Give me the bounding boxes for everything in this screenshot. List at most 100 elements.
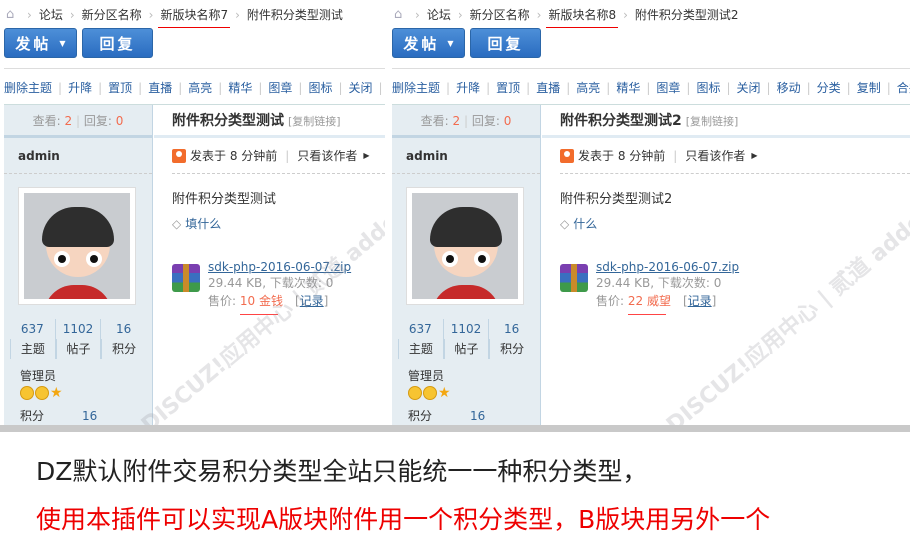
post-meta: 发表于 8 分钟前 | 只看该作者 ▶ [560, 138, 910, 174]
breadcrumb-item[interactable]: 论坛 [427, 6, 451, 23]
only-author-link[interactable]: 只看该作者 [297, 138, 357, 174]
tag-label: 填什么 [185, 217, 222, 231]
attachment-size: 29.44 KB, 下载次数: 0 [596, 276, 722, 290]
tag-label: 什么 [573, 217, 598, 231]
user-stat[interactable]: 1102 帖子 [442, 319, 489, 359]
attachment-link[interactable]: sdk-php-2016-06-07.zip [208, 260, 351, 274]
user-stat[interactable]: 637 主题 [10, 319, 55, 359]
chevron-right-icon: › [623, 7, 628, 22]
user-group[interactable]: 管理员 [20, 367, 56, 384]
user-stat[interactable]: 1102 帖子 [54, 319, 101, 359]
price-value: 10 金钱 [239, 294, 283, 308]
stat-value: 1102 [450, 322, 482, 336]
thread-stats: 查看: 2 | 回复: 0 [4, 105, 152, 138]
separator: | [766, 81, 771, 95]
separator: | [58, 81, 63, 95]
copy-link[interactable]: [复制链接] [288, 115, 341, 128]
breadcrumb-item[interactable]: 新分区名称 [470, 6, 530, 23]
separator: | [486, 81, 491, 95]
mod-link[interactable]: 关闭 [737, 81, 761, 95]
copy-link[interactable]: [复制链接] [686, 115, 739, 128]
mod-link[interactable]: 高亮 [188, 81, 212, 95]
stat-label: 积分 [489, 339, 534, 359]
thread-title-row: 附件积分类型测试 [复制链接] [154, 105, 385, 138]
separator: | [178, 81, 183, 95]
mod-link[interactable]: 删除主题 [4, 81, 52, 95]
stat-label: 积分 [101, 339, 146, 359]
mod-link[interactable]: 置顶 [108, 81, 132, 95]
mod-link[interactable]: 复制 [857, 81, 881, 95]
replies-label: 回复: [471, 114, 500, 128]
mod-link[interactable]: 删除主题 [392, 81, 440, 95]
author-name[interactable]: admin [392, 138, 540, 174]
breadcrumb: ⌂ › 论坛 › 新分区名称 › 新版块名称8 › 附件积分类型测试2 [394, 6, 739, 28]
breadcrumb-item[interactable]: 附件积分类型测试 [247, 6, 343, 23]
user-stat[interactable]: 16 积分 [100, 319, 146, 359]
tag[interactable]: ◇ 填什么 [172, 215, 385, 232]
chevron-right-icon: › [536, 7, 542, 22]
attachment-link[interactable]: sdk-php-2016-06-07.zip [596, 260, 739, 274]
reply-button[interactable]: 回复 [82, 28, 153, 58]
mod-link[interactable]: 升降 [68, 81, 92, 95]
only-author-link[interactable]: 只看该作者 [685, 138, 745, 174]
new-post-button[interactable]: 发帖 ▼ [4, 28, 77, 58]
user-stat[interactable]: 16 积分 [488, 319, 534, 359]
author-name[interactable]: admin [4, 138, 152, 174]
mod-link[interactable]: 直播 [148, 81, 172, 95]
user-group[interactable]: 管理员 [408, 367, 444, 384]
breadcrumb-item[interactable]: 附件积分类型测试2 [635, 6, 739, 23]
user-icon [172, 148, 186, 163]
mod-link[interactable]: 图标 [696, 81, 720, 95]
separator: | [886, 81, 891, 95]
avatar[interactable] [18, 187, 136, 305]
mod-link[interactable]: 精华 [228, 81, 252, 95]
new-post-button[interactable]: 发帖 ▼ [392, 28, 465, 58]
mod-link[interactable]: 关闭 [349, 81, 373, 95]
breadcrumb-item[interactable]: 论坛 [39, 6, 63, 23]
breadcrumb-item[interactable]: 新版块名称8 [546, 6, 618, 28]
mod-link[interactable]: 分类 [817, 81, 841, 95]
breadcrumb-item[interactable]: 新版块名称7 [158, 6, 230, 28]
user-icon [560, 148, 574, 163]
record-link[interactable]: 记录 [300, 294, 324, 308]
mod-link[interactable]: 精华 [616, 81, 640, 95]
stat-value: 16 [504, 322, 520, 336]
mod-link[interactable]: 图章 [268, 81, 292, 95]
record-link[interactable]: 记录 [688, 294, 712, 308]
post-meta: 发表于 8 分钟前 | 只看该作者 ▶ [172, 138, 385, 174]
attachment: sdk-php-2016-06-07.zip 29.44 KB, 下载次数: 0… [172, 260, 385, 315]
home-icon[interactable]: ⌂ [6, 8, 20, 21]
tag-icon: ◇ [172, 216, 182, 231]
separator: | [846, 81, 851, 95]
reply-button[interactable]: 回复 [470, 28, 541, 58]
breadcrumb-item[interactable]: 新分区名称 [82, 6, 142, 23]
thread-title-row: 附件积分类型测试2 [复制链接] [542, 105, 910, 138]
mod-link[interactable]: 图标 [308, 81, 332, 95]
user-stat[interactable]: 637 主题 [398, 319, 443, 359]
chevron-right-icon: › [235, 7, 240, 22]
mod-link[interactable]: 置顶 [496, 81, 520, 95]
mod-link[interactable]: 升降 [456, 81, 480, 95]
mod-link[interactable]: 合并 [897, 81, 910, 95]
thread-title: 附件积分类型测试2 [560, 113, 682, 129]
mod-link[interactable]: 移动 [777, 81, 801, 95]
post: 查看: 2 | 回复: 0 admin 637 主题 1102 帖子 16 积分 管理员 … [392, 104, 910, 425]
avatar[interactable] [406, 187, 524, 305]
stat-label: 主题 [10, 339, 55, 359]
stat-label: 帖子 [55, 339, 101, 359]
chevron-right-icon: › [148, 7, 154, 22]
button-label: 回复 [99, 34, 136, 53]
user-stats: 637 主题 1102 帖子 16 积分 [398, 319, 534, 359]
price-label: 售价: [208, 294, 237, 308]
mod-link[interactable]: 直播 [536, 81, 560, 95]
views-label: 查看: [32, 114, 61, 128]
separator: | [218, 81, 223, 95]
mod-link[interactable]: 高亮 [576, 81, 600, 95]
price-value: 22 威望 [627, 294, 671, 308]
mod-link[interactable]: 图章 [656, 81, 680, 95]
credits-value: 16 [82, 409, 98, 423]
tag[interactable]: ◇ 什么 [560, 215, 910, 232]
home-icon[interactable]: ⌂ [394, 8, 408, 21]
smiley-icon [35, 386, 49, 400]
attachment-size: 29.44 KB, 下载次数: 0 [208, 276, 334, 290]
